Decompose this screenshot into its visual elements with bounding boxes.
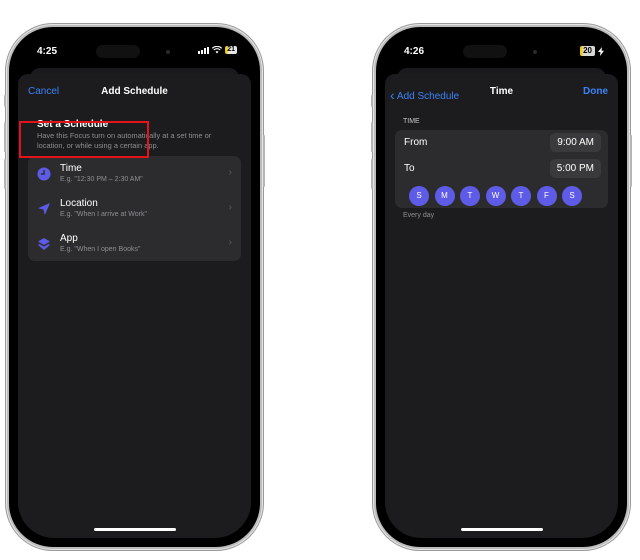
wifi-icon bbox=[212, 46, 223, 54]
action-button bbox=[4, 95, 6, 107]
chevron-right-icon: › bbox=[228, 167, 232, 178]
day-tuesday[interactable]: T bbox=[460, 186, 480, 206]
nav-bar: Cancel Add Schedule bbox=[18, 74, 251, 104]
from-time-picker[interactable]: 9:00 AM bbox=[550, 133, 601, 152]
clock-icon bbox=[37, 167, 51, 181]
phone-time-settings: 4:26 20 ‹ Add Schedule Time Done TIME Fr bbox=[371, 27, 632, 547]
dynamic-island bbox=[96, 45, 140, 58]
day-wednesday[interactable]: W bbox=[485, 186, 506, 206]
to-time-picker[interactable]: 5:00 PM bbox=[549, 159, 601, 178]
volume-up-button bbox=[371, 122, 373, 152]
chevron-right-icon: › bbox=[228, 237, 232, 248]
day-thursday[interactable]: T bbox=[511, 186, 531, 206]
screen: 4:26 20 ‹ Add Schedule Time Done TIME Fr bbox=[385, 36, 618, 538]
nav-title: Add Schedule bbox=[101, 86, 168, 97]
option-subtitle: E.g. "When I arrive at Work" bbox=[60, 211, 147, 218]
time-sheet: ‹ Add Schedule Time Done TIME From 9:00 … bbox=[385, 74, 618, 538]
day-sunday[interactable]: S bbox=[409, 186, 429, 206]
day-monday[interactable]: M bbox=[434, 186, 455, 206]
home-indicator[interactable] bbox=[460, 528, 543, 531]
screen: 4:25 21 Cancel Add Schedule Set a Schedu… bbox=[18, 36, 251, 538]
camera bbox=[533, 50, 537, 54]
day-selector: S M T W T F S bbox=[409, 186, 598, 206]
option-location[interactable]: Location E.g. "When I arrive at Work" › bbox=[28, 191, 241, 226]
time-group: From 9:00 AM To 5:00 PM S M T W T F S bbox=[395, 130, 608, 208]
from-label: From bbox=[404, 137, 428, 148]
volume-down-button bbox=[371, 159, 373, 189]
option-title: Time bbox=[60, 163, 82, 174]
power-button bbox=[630, 135, 632, 187]
action-button bbox=[371, 95, 373, 107]
option-app[interactable]: App E.g. "When I open Books" › bbox=[28, 226, 241, 261]
layers-icon bbox=[38, 238, 50, 250]
battery-icon: 20 bbox=[580, 46, 595, 56]
camera bbox=[166, 50, 170, 54]
location-arrow-icon bbox=[38, 203, 50, 215]
option-title: App bbox=[60, 233, 78, 244]
volume-down-button bbox=[4, 159, 6, 189]
done-button[interactable]: Done bbox=[583, 86, 608, 97]
to-row: To 5:00 PM bbox=[395, 156, 608, 182]
option-subtitle: E.g. "12:30 PM – 2:30 AM" bbox=[60, 176, 143, 183]
day-saturday[interactable]: S bbox=[562, 186, 582, 206]
dynamic-island bbox=[463, 45, 507, 58]
option-title: Location bbox=[60, 198, 98, 209]
option-subtitle: E.g. "When I open Books" bbox=[60, 246, 141, 253]
day-friday[interactable]: F bbox=[536, 186, 557, 206]
option-time[interactable]: Time E.g. "12:30 PM – 2:30 AM" › bbox=[28, 156, 241, 191]
home-indicator[interactable] bbox=[93, 528, 176, 531]
status-bar: 4:26 20 bbox=[385, 36, 618, 72]
signal-icon bbox=[198, 46, 210, 54]
repeat-summary: Every day bbox=[403, 212, 435, 219]
from-row: From 9:00 AM bbox=[395, 130, 608, 156]
charging-icon bbox=[598, 46, 604, 56]
nav-bar: ‹ Add Schedule Time Done bbox=[385, 74, 618, 104]
to-label: To bbox=[404, 163, 415, 174]
chevron-right-icon: › bbox=[228, 202, 232, 213]
status-time: 4:25 bbox=[37, 46, 58, 57]
schedule-options-list: Time E.g. "12:30 PM – 2:30 AM" › Locatio… bbox=[28, 156, 241, 261]
section-label: TIME bbox=[403, 118, 420, 125]
status-bar: 4:25 21 bbox=[18, 36, 251, 72]
power-button bbox=[263, 135, 265, 187]
volume-up-button bbox=[4, 122, 6, 152]
highlight-box bbox=[19, 121, 149, 158]
battery-icon: 21 bbox=[225, 46, 237, 54]
status-time: 4:26 bbox=[404, 46, 425, 57]
phone-add-schedule: 4:25 21 Cancel Add Schedule Set a Schedu… bbox=[4, 27, 265, 547]
